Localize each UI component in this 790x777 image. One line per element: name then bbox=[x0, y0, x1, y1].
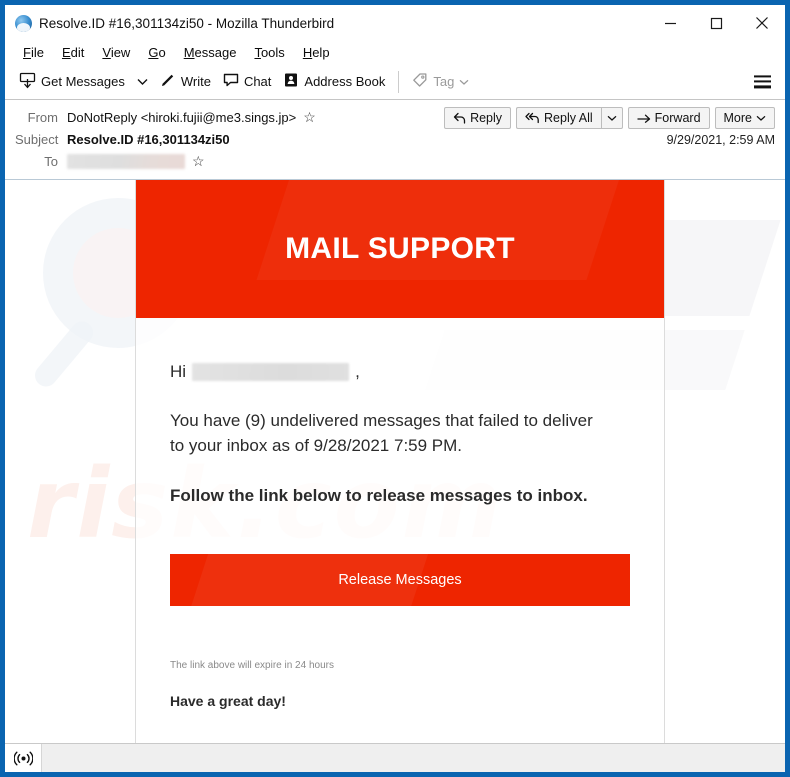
minimize-icon[interactable] bbox=[647, 5, 693, 41]
pencil-icon bbox=[160, 72, 176, 91]
to-label: To bbox=[44, 153, 58, 169]
address-book-icon bbox=[283, 72, 299, 91]
forward-button[interactable]: Forward bbox=[627, 107, 710, 129]
menu-item-go[interactable]: Go bbox=[139, 43, 174, 62]
message-date: 9/29/2021, 2:59 AM bbox=[666, 133, 775, 147]
email-paragraph: You have (9) undelivered messages that f… bbox=[170, 411, 593, 456]
menu-bar: File Edit View Go Message Tools Help bbox=[5, 41, 785, 64]
tag-chevron-down-icon bbox=[459, 74, 469, 89]
email-signoff: Have a great day! bbox=[170, 693, 286, 710]
menu-item-edit[interactable]: Edit bbox=[53, 43, 93, 62]
toolbar-separator bbox=[398, 70, 400, 93]
write-button[interactable]: Write bbox=[154, 68, 217, 95]
subject-value: Resolve.ID #16,301134zi50 bbox=[67, 131, 230, 147]
menu-item-help[interactable]: Help bbox=[294, 43, 339, 62]
greeting-suffix: , bbox=[355, 362, 360, 381]
email-content: Hi , You have (9) undelivered messages t… bbox=[136, 318, 664, 709]
forward-label: Forward bbox=[654, 111, 701, 125]
menu-item-file[interactable]: File bbox=[14, 43, 53, 62]
watermark-magnifier-handle bbox=[30, 317, 98, 391]
email-card: MAIL SUPPORT Hi , You have (9) undeliver… bbox=[135, 180, 665, 743]
menu-item-tools[interactable]: Tools bbox=[245, 43, 293, 62]
menu-item-view-rest: iew bbox=[110, 45, 131, 60]
from-value[interactable]: DoNotReply <hiroki.fujii@me3.sings.jp> bbox=[67, 110, 296, 125]
chat-label: Chat bbox=[243, 74, 272, 89]
menu-item-go-rest: o bbox=[158, 45, 166, 60]
chat-button[interactable]: Chat bbox=[217, 68, 277, 95]
menu-item-tools-rest: ools bbox=[260, 45, 285, 60]
menu-item-edit-rest: dit bbox=[70, 45, 85, 60]
from-label: From bbox=[27, 109, 58, 125]
reply-all-group: Reply All bbox=[516, 107, 623, 129]
chevron-down-icon bbox=[756, 115, 766, 121]
connectivity-icon[interactable] bbox=[5, 744, 42, 772]
app-menu-button[interactable] bbox=[750, 71, 775, 92]
reply-all-dropdown[interactable] bbox=[600, 107, 623, 129]
recipient-name-redacted bbox=[192, 363, 350, 381]
title-bar: Resolve.ID #16,301134zi50 - Mozilla Thun… bbox=[5, 5, 785, 41]
from-value-group: DoNotReply <hiroki.fujii@me3.sings.jp> ☆ bbox=[67, 110, 316, 125]
release-messages-button[interactable]: Release Messages bbox=[170, 554, 630, 607]
menu-item-message[interactable]: Message bbox=[175, 43, 246, 62]
window-title: Resolve.ID #16,301134zi50 - Mozilla Thun… bbox=[39, 15, 335, 31]
tag-button[interactable]: Tag bbox=[406, 68, 475, 95]
thunderbird-icon bbox=[15, 14, 32, 32]
get-messages-button[interactable]: Get Messages bbox=[13, 68, 131, 96]
title-bar-left: Resolve.ID #16,301134zi50 - Mozilla Thun… bbox=[5, 14, 335, 32]
menu-item-file-rest: ile bbox=[30, 45, 44, 60]
email-greeting: Hi , bbox=[170, 362, 630, 382]
get-messages-label: Get Messages bbox=[41, 74, 125, 89]
more-button[interactable]: More bbox=[714, 107, 775, 129]
hamburger-icon-line-3 bbox=[754, 85, 771, 89]
more-label: More bbox=[723, 111, 752, 125]
tag-label: Tag bbox=[433, 74, 455, 89]
reply-button[interactable]: Reply bbox=[444, 107, 512, 129]
chat-bubble-icon bbox=[223, 72, 239, 91]
star-icon-to[interactable]: ☆ bbox=[192, 154, 205, 168]
hamburger-icon-line-1 bbox=[754, 74, 771, 78]
subject-label: Subject bbox=[15, 131, 59, 147]
email-banner-title: MAIL SUPPORT bbox=[285, 232, 515, 265]
reply-label: Reply bbox=[470, 111, 503, 125]
address-book-button[interactable]: Address Book bbox=[277, 68, 391, 95]
thunderbird-window: Resolve.ID #16,301134zi50 - Mozilla Thun… bbox=[0, 0, 790, 777]
address-book-label: Address Book bbox=[304, 74, 386, 89]
message-body-pane: risk.com MAIL SUPPORT Hi , You have (9) … bbox=[5, 180, 785, 743]
window-controls bbox=[647, 5, 785, 41]
star-icon-from[interactable]: ☆ bbox=[303, 110, 316, 124]
email-cta-text: Follow the link below to release message… bbox=[170, 486, 588, 506]
subject-row: Subject Resolve.ID #16,301134zi50 bbox=[15, 128, 775, 150]
status-bar bbox=[5, 743, 785, 772]
to-row: To ☆ bbox=[15, 150, 775, 172]
reply-icon bbox=[453, 112, 466, 124]
tag-icon bbox=[412, 72, 428, 91]
email-expire-note: The link above will expire in 24 hours bbox=[170, 660, 334, 672]
menu-item-help-rest: elp bbox=[312, 45, 330, 60]
to-value-redacted bbox=[67, 153, 185, 169]
forward-icon bbox=[637, 114, 650, 123]
release-messages-label: Release Messages bbox=[338, 572, 462, 589]
greeting-prefix: Hi bbox=[170, 362, 187, 381]
reply-all-icon bbox=[525, 112, 539, 124]
reply-all-label: Reply All bbox=[544, 111, 593, 125]
reply-all-button[interactable]: Reply All bbox=[516, 107, 601, 129]
main-toolbar: Get Messages Write Chat Address Book Tag bbox=[5, 64, 785, 100]
message-header-pane: From DoNotReply <hiroki.fujii@me3.sings.… bbox=[5, 100, 785, 180]
to-value-group: ☆ bbox=[67, 153, 205, 169]
message-action-buttons: Reply Reply All Forward More bbox=[444, 107, 775, 129]
hamburger-icon-line-2 bbox=[754, 80, 771, 83]
maximize-icon[interactable] bbox=[693, 5, 739, 41]
get-messages-icon bbox=[19, 72, 36, 92]
menu-item-message-rest: essage bbox=[194, 45, 237, 60]
close-icon[interactable] bbox=[739, 5, 785, 41]
email-banner: MAIL SUPPORT bbox=[136, 180, 664, 318]
write-label: Write bbox=[180, 74, 211, 89]
get-messages-dropdown[interactable] bbox=[131, 74, 154, 90]
menu-item-view[interactable]: View bbox=[93, 43, 139, 62]
